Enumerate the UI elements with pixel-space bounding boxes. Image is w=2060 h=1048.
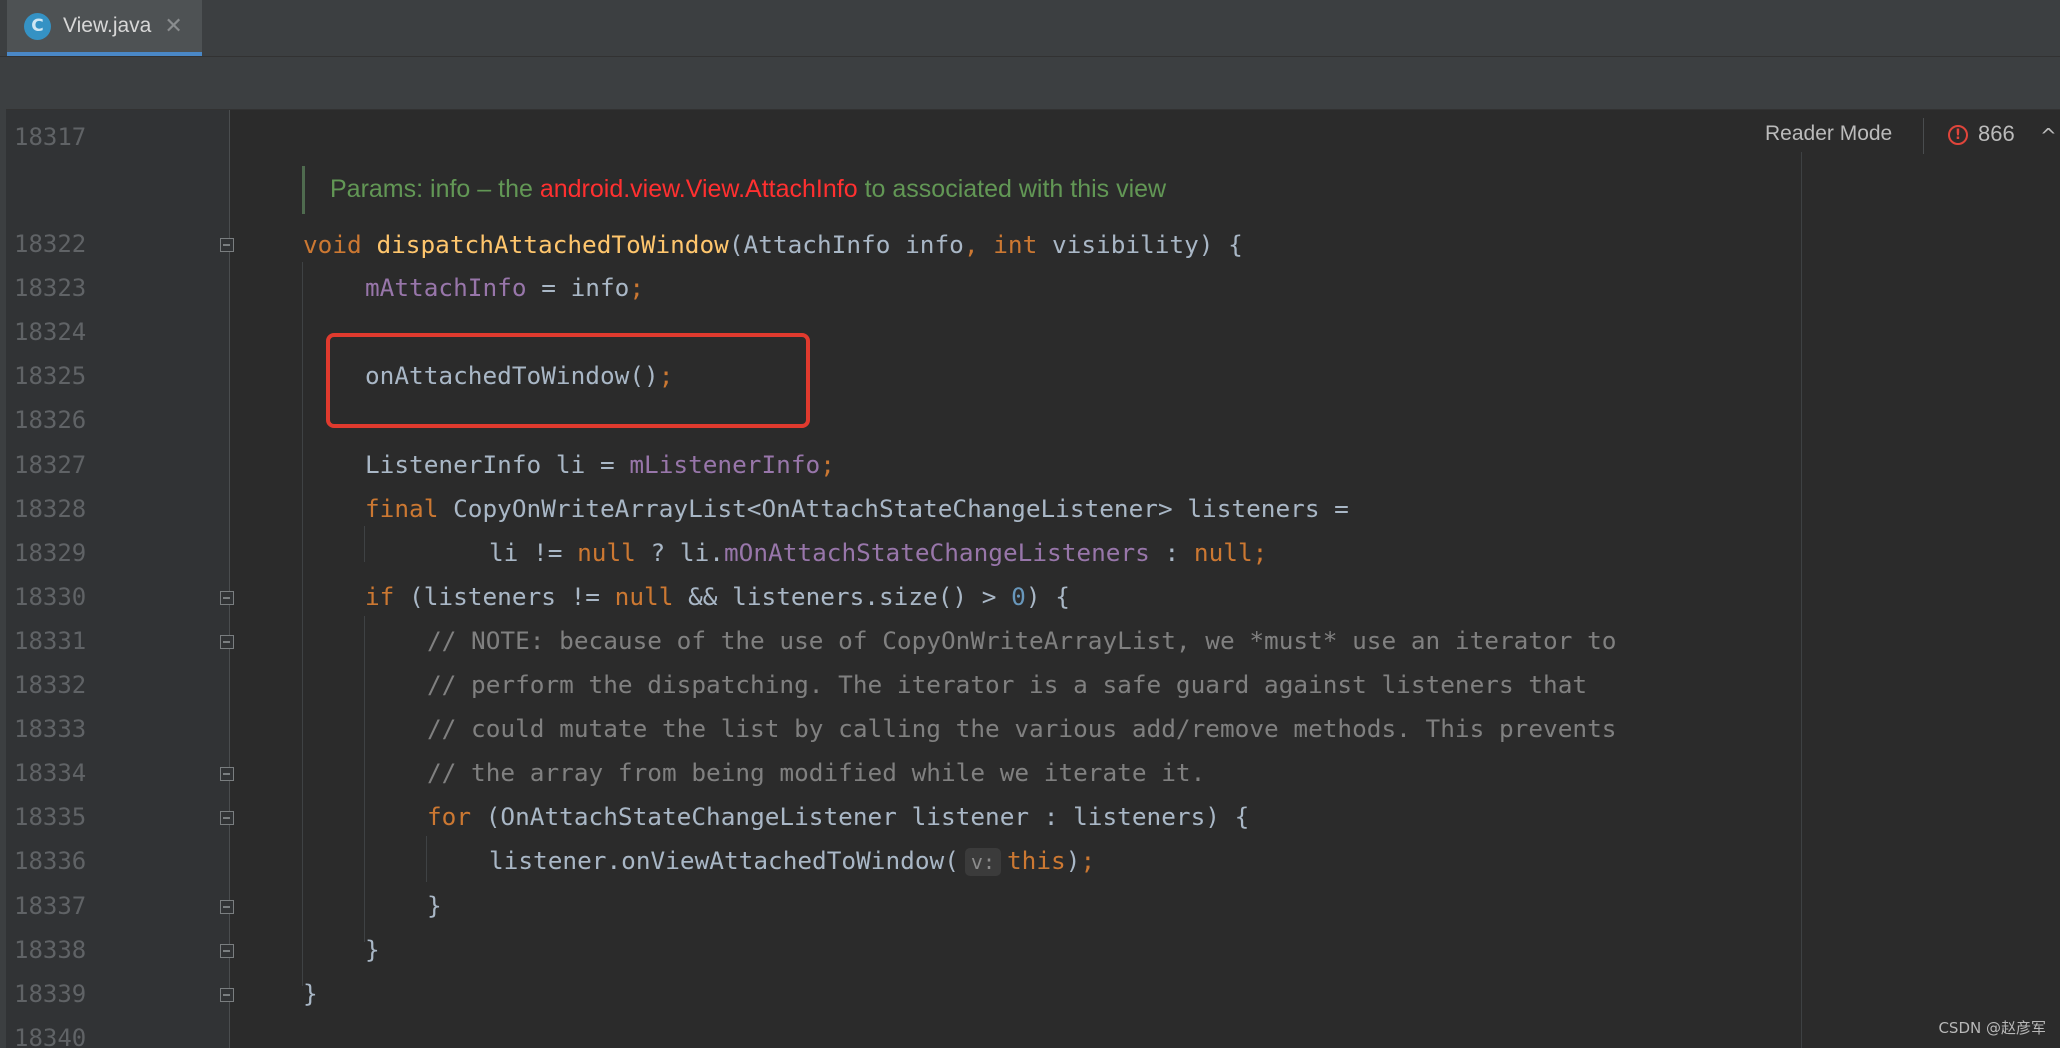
- chevron-up-icon[interactable]: ^: [2040, 124, 2057, 148]
- editor-tab-bar: C View.java ✕: [0, 0, 2060, 57]
- indent-guide: [364, 526, 365, 562]
- code-line-18336: listener.onViewAttachedToWindow(v: this);: [489, 846, 1095, 876]
- line-number: 18339: [14, 980, 87, 1008]
- rendered-doc-comment: Params: info – the android.view.View.Att…: [330, 175, 1166, 204]
- code-line-18335: for (OnAttachStateChangeListener listene…: [427, 802, 1249, 832]
- indent-guide: [364, 616, 365, 942]
- code-text: (OnAttachStateChangeListener listener : …: [471, 802, 1250, 831]
- code-line-18322: void dispatchAttachedToWindow(AttachInfo…: [303, 230, 1243, 260]
- right-margin-guide: [1801, 152, 1802, 1048]
- field-name: mAttachInfo: [365, 273, 527, 302]
- line-number: 18336: [14, 847, 87, 875]
- fold-marker[interactable]: [220, 900, 234, 914]
- keyword: final: [365, 494, 439, 523]
- doc-text: Params: info – the: [330, 175, 540, 203]
- reader-mode-button[interactable]: Reader Mode: [1765, 122, 1892, 146]
- field-name: mListenerInfo: [629, 450, 821, 479]
- code-line-18329: li != null ? li.mOnAttachStateChangeList…: [489, 538, 1267, 568]
- code-text: li !=: [489, 538, 578, 567]
- code-line-18337: }: [427, 891, 442, 920]
- code-text: && listeners.size() >: [673, 582, 1012, 611]
- fold-marker[interactable]: [220, 238, 234, 252]
- highlight-annotation-box: [326, 333, 810, 428]
- fold-marker[interactable]: [220, 944, 234, 958]
- tab-label: View.java: [63, 14, 152, 37]
- ide-window: C View.java ✕ 18317 18322 18323 18324 18…: [0, 0, 2060, 1048]
- code-text: (AttachInfo info: [728, 230, 964, 259]
- punctuation: ;: [820, 450, 835, 479]
- number-literal: 0: [1011, 582, 1026, 611]
- code-text: listener.onViewAttachedToWindow(: [489, 846, 959, 875]
- code-text: ListenerInfo li =: [365, 450, 630, 479]
- fold-marker[interactable]: [220, 811, 234, 825]
- code-text: (listeners !=: [394, 582, 615, 611]
- code-line-18333: // could mutate the list by calling the …: [427, 714, 1617, 743]
- fold-marker[interactable]: [220, 591, 234, 605]
- error-icon[interactable]: !: [1948, 125, 1968, 145]
- punctuation: ;: [1252, 538, 1268, 567]
- keyword: for: [427, 802, 472, 831]
- code-line-18323: mAttachInfo = info;: [365, 273, 644, 303]
- indent-guide: [426, 836, 427, 882]
- problems-count[interactable]: 866: [1978, 121, 2015, 147]
- fold-marker[interactable]: [220, 767, 234, 781]
- punctuation: ,: [963, 230, 979, 259]
- line-number: 18338: [14, 936, 87, 964]
- code-line-18330: if (listeners != null && listeners.size(…: [365, 582, 1070, 612]
- code-line-18332: // perform the dispatching. The iterator…: [427, 670, 1588, 699]
- indent-guide: [302, 262, 303, 986]
- fold-marker[interactable]: [220, 635, 234, 649]
- code-text: ? li.: [635, 538, 724, 567]
- code-text: ) {: [1025, 582, 1070, 611]
- line-number: 18337: [14, 892, 87, 920]
- code-line-18331: // NOTE: because of the use of CopyOnWri…: [427, 626, 1617, 655]
- punctuation: ;: [629, 273, 645, 302]
- field-name: mOnAttachStateChangeListeners: [723, 538, 1150, 567]
- doc-link[interactable]: android.view.View.AttachInfo: [540, 175, 858, 203]
- method-name: dispatchAttachedToWindow: [376, 230, 729, 259]
- code-editor[interactable]: void dispatchAttachedToWindow(AttachInfo…: [0, 0, 1616, 1008]
- keyword: int: [978, 230, 1038, 259]
- code-text: visibility) {: [1037, 230, 1243, 259]
- code-text: = info: [526, 273, 630, 302]
- code-text: :: [1149, 538, 1194, 567]
- doc-comment-bar: [302, 166, 305, 214]
- keyword: void: [303, 230, 362, 259]
- watermark: CSDN @赵彦军: [1938, 1019, 2046, 1037]
- code-line-18338: }: [365, 935, 380, 964]
- fold-marker[interactable]: [220, 988, 234, 1002]
- keyword: this: [1007, 846, 1066, 875]
- code-text: ): [1065, 846, 1081, 875]
- code-text: CopyOnWriteArrayList<OnAttachStateChange…: [438, 494, 1349, 523]
- code-line-18327: ListenerInfo li = mListenerInfo;: [365, 450, 835, 480]
- punctuation: ;: [1080, 846, 1096, 875]
- breadcrumb-bar: [0, 57, 2060, 110]
- toolbar-separator: [1923, 118, 1924, 154]
- keyword: null: [614, 582, 674, 611]
- code-line-18334: // the array from being modified while w…: [427, 758, 1206, 787]
- keyword: null: [1193, 538, 1253, 567]
- doc-text: to associated with this view: [857, 175, 1167, 203]
- code-line-18328: final CopyOnWriteArrayList<OnAttachState…: [365, 494, 1349, 524]
- code-line-18339: }: [303, 979, 318, 1008]
- keyword: null: [577, 538, 636, 567]
- keyword: if: [365, 582, 395, 611]
- parameter-hint: v:: [964, 848, 1001, 876]
- line-number: 18340: [14, 1024, 87, 1048]
- close-icon[interactable]: ✕: [164, 14, 182, 39]
